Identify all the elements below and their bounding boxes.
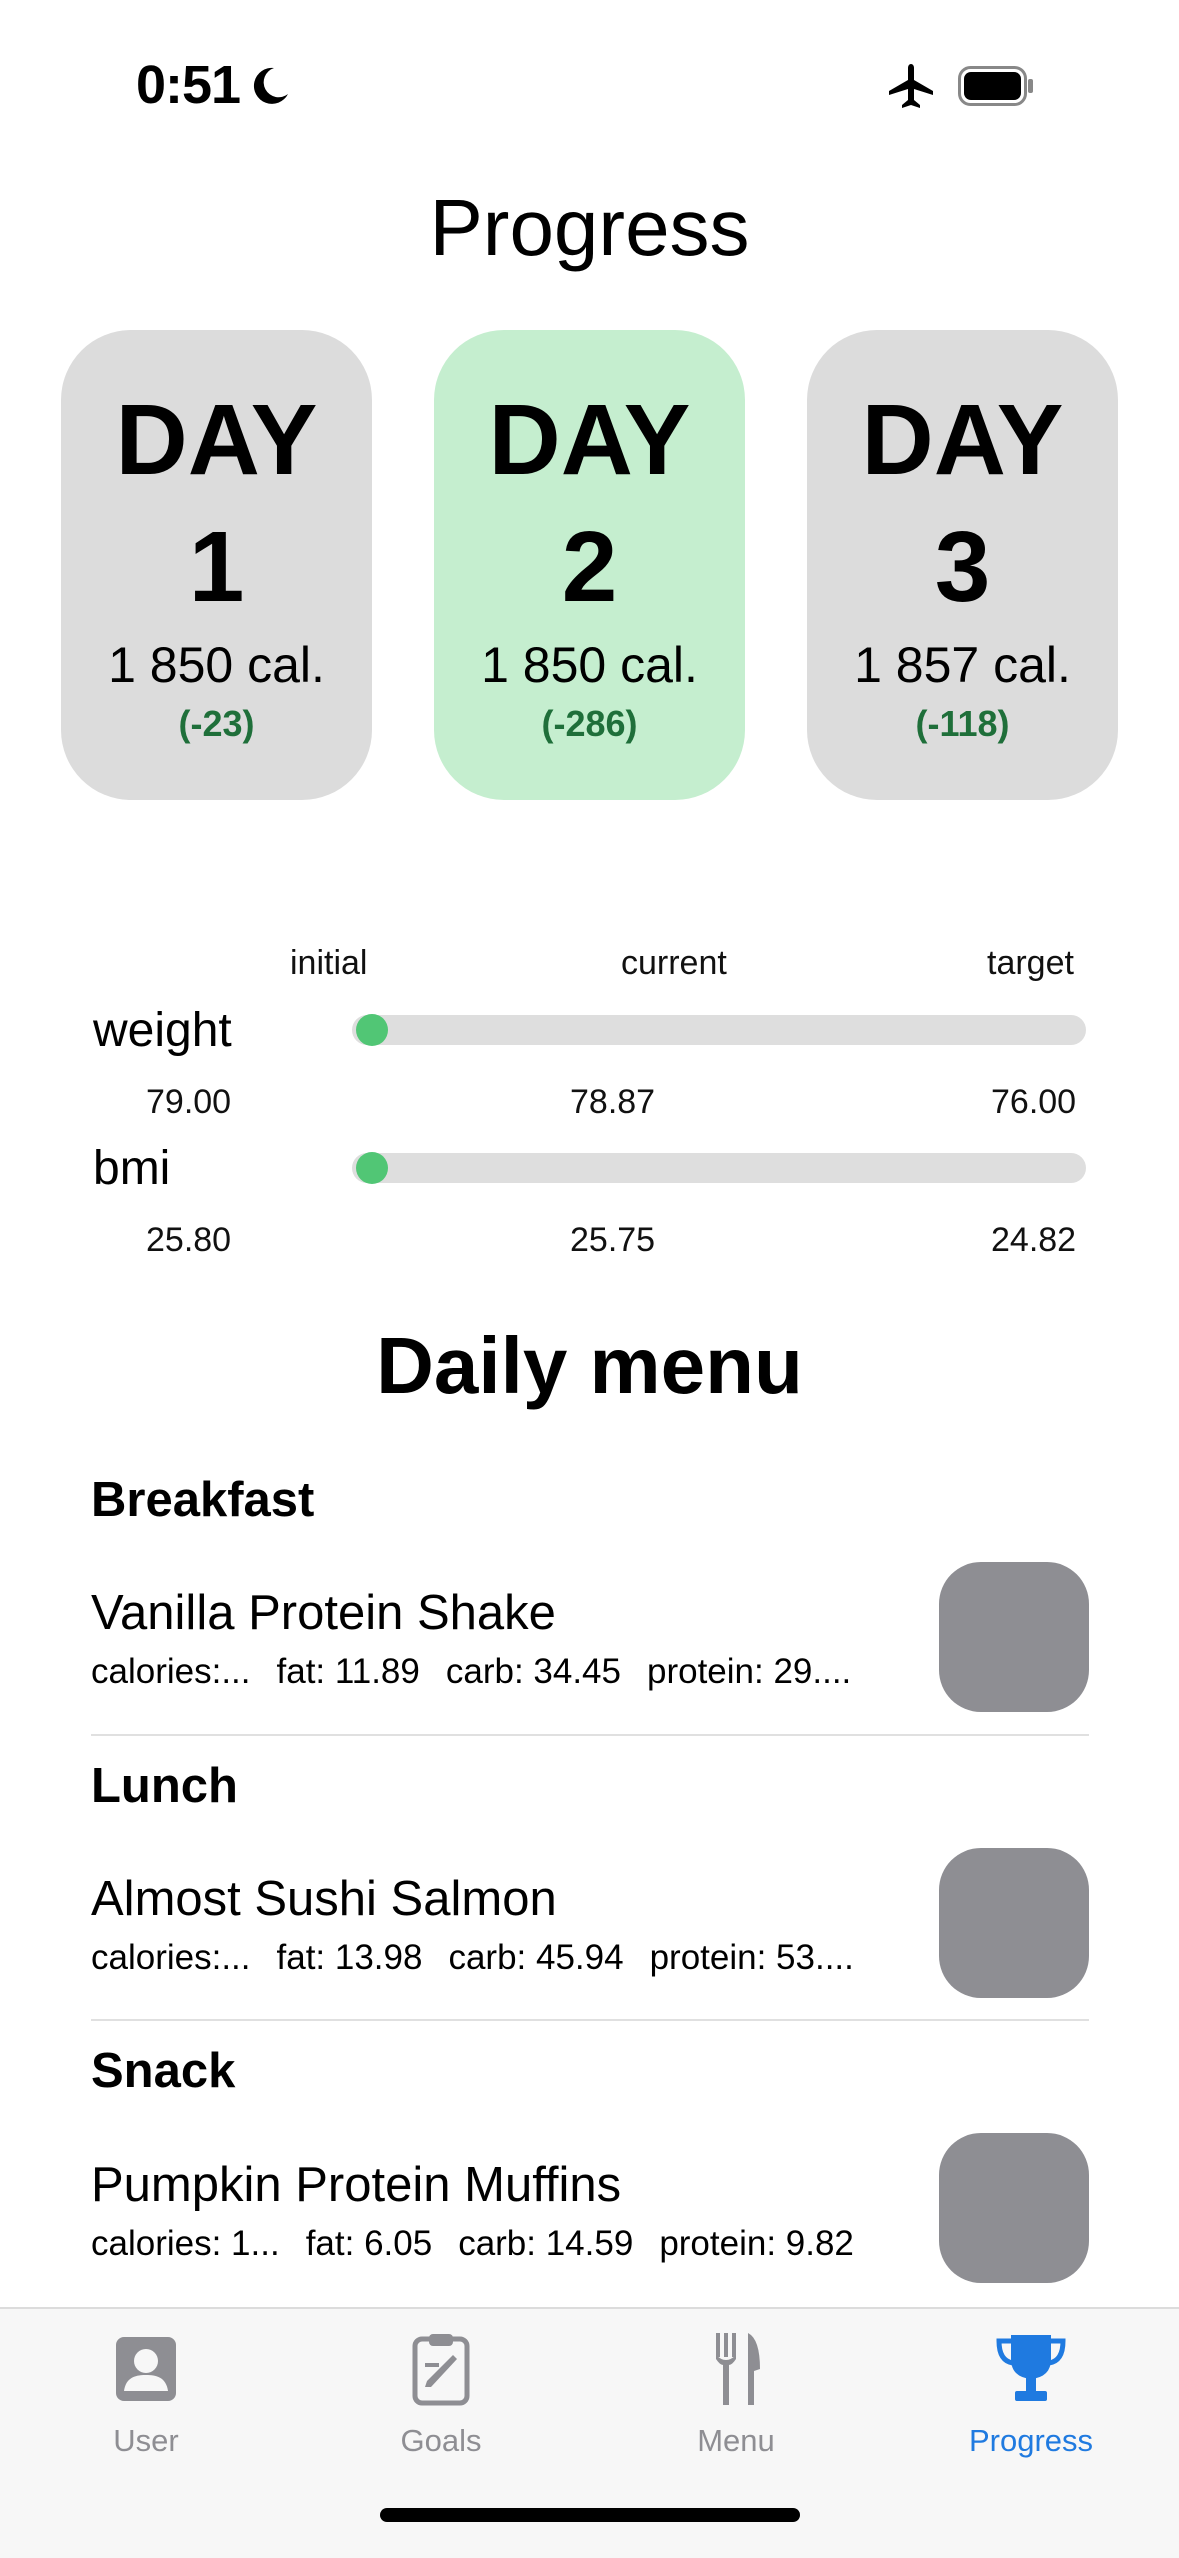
day-card-3[interactable]: DAY 3 1 857 cal. (-118) [807, 330, 1118, 800]
day-card-1[interactable]: DAY 1 1 850 cal. (-23) [61, 330, 372, 800]
day-number: 2 [561, 511, 618, 623]
meal-carb: carb: 34.45 [445, 1652, 621, 1691]
weight-progress-track [352, 1014, 1086, 1046]
tab-menu[interactable]: Menu [636, 2329, 836, 2459]
tab-label: User [113, 2423, 179, 2458]
home-indicator [380, 2508, 800, 2522]
bmi-initial-value: 25.80 [146, 1221, 232, 1259]
bmi-progress-track [352, 1152, 1086, 1184]
target-header: target [987, 944, 1074, 982]
divider [91, 2019, 1089, 2021]
meal-nutrition: calories: 1... fat: 6.05 carb: 14.59 protei… [91, 2224, 880, 2264]
tab-progress[interactable]: Progress [931, 2329, 1131, 2459]
bmi-label: bmi [93, 1142, 171, 1195]
meal-protein: protein: 53.... [649, 1938, 854, 1977]
clipboard-icon [412, 2334, 470, 2406]
day-calorie-diff: (-118) [915, 703, 1010, 744]
weight-label: weight [93, 1004, 232, 1057]
meal-protein: protein: 29.... [646, 1652, 852, 1691]
day-calories: 1 850 cal. [481, 637, 698, 693]
moon-icon [253, 67, 288, 104]
day-calorie-diff: (-23) [178, 703, 255, 744]
meal-thumbnail[interactable] [939, 2133, 1089, 2283]
meal-carb: carb: 14.59 [458, 2224, 634, 2263]
fork-knife-icon [716, 2333, 760, 2405]
day-card-2[interactable]: DAY 2 1 850 cal. (-286) [434, 330, 745, 800]
tab-label: Goals [400, 2423, 482, 2458]
user-icon [116, 2337, 176, 2401]
meal-thumbnail[interactable] [939, 1562, 1089, 1712]
meal-fat: fat: 6.05 [305, 2224, 433, 2263]
airplane-icon [889, 64, 933, 108]
day-calorie-diff: (-286) [541, 703, 638, 744]
meal-protein: protein: 9.82 [659, 2224, 854, 2263]
meal-nutrition: calories:... fat: 11.89 carb: 34.45 protein… [91, 1652, 877, 1692]
day-number: 1 [188, 511, 245, 623]
meal-fat: fat: 13.98 [276, 1938, 423, 1977]
day-word: DAY [115, 384, 318, 496]
page-title: Progress [429, 183, 750, 272]
meal-category-breakfast: Breakfast [91, 1473, 315, 1527]
tab-goals[interactable]: Goals [341, 2329, 541, 2459]
meal-name[interactable]: Almost Sushi Salmon [91, 1871, 557, 1927]
meal-category-snack: Snack [91, 2044, 236, 2098]
status-time: 0:51 [136, 55, 241, 115]
bmi-current-value: 25.75 [570, 1221, 656, 1259]
meal-calories: calories:... [91, 1938, 251, 1977]
bmi-progress-dot [355, 1152, 388, 1184]
trophy-icon [996, 2335, 1066, 2401]
day-calories: 1 850 cal. [108, 637, 325, 693]
day-calories: 1 857 cal. [854, 637, 1071, 693]
meal-name[interactable]: Vanilla Protein Shake [91, 1585, 556, 1641]
meal-thumbnail[interactable] [939, 1848, 1089, 1998]
weight-target-value: 76.00 [991, 1083, 1077, 1121]
day-number: 3 [934, 511, 991, 623]
day-word: DAY [861, 384, 1064, 496]
weight-progress-dot [355, 1014, 388, 1046]
meal-nutrition: calories:... fat: 13.98 carb: 45.94 protein… [91, 1938, 880, 1978]
meal-name[interactable]: Pumpkin Protein Muffins [91, 2157, 621, 2213]
tab-label: Progress [968, 2423, 1094, 2458]
meal-carb: carb: 45.94 [448, 1938, 624, 1977]
daily-menu-title: Daily menu [376, 1321, 803, 1410]
divider [91, 1734, 1089, 1736]
initial-header: initial [290, 944, 368, 982]
current-header: current [621, 944, 727, 982]
meal-calories: calories: 1... [91, 2224, 280, 2263]
day-word: DAY [488, 384, 691, 496]
meal-fat: fat: 11.89 [276, 1652, 420, 1691]
weight-initial-value: 79.00 [146, 1083, 232, 1121]
meal-calories: calories:... [91, 1652, 251, 1691]
battery-icon [958, 66, 1033, 106]
weight-current-value: 78.87 [570, 1083, 656, 1121]
tab-user[interactable]: User [46, 2329, 246, 2459]
tab-label: Menu [697, 2423, 775, 2458]
meal-category-lunch: Lunch [91, 1759, 238, 1813]
bmi-target-value: 24.82 [991, 1221, 1077, 1259]
